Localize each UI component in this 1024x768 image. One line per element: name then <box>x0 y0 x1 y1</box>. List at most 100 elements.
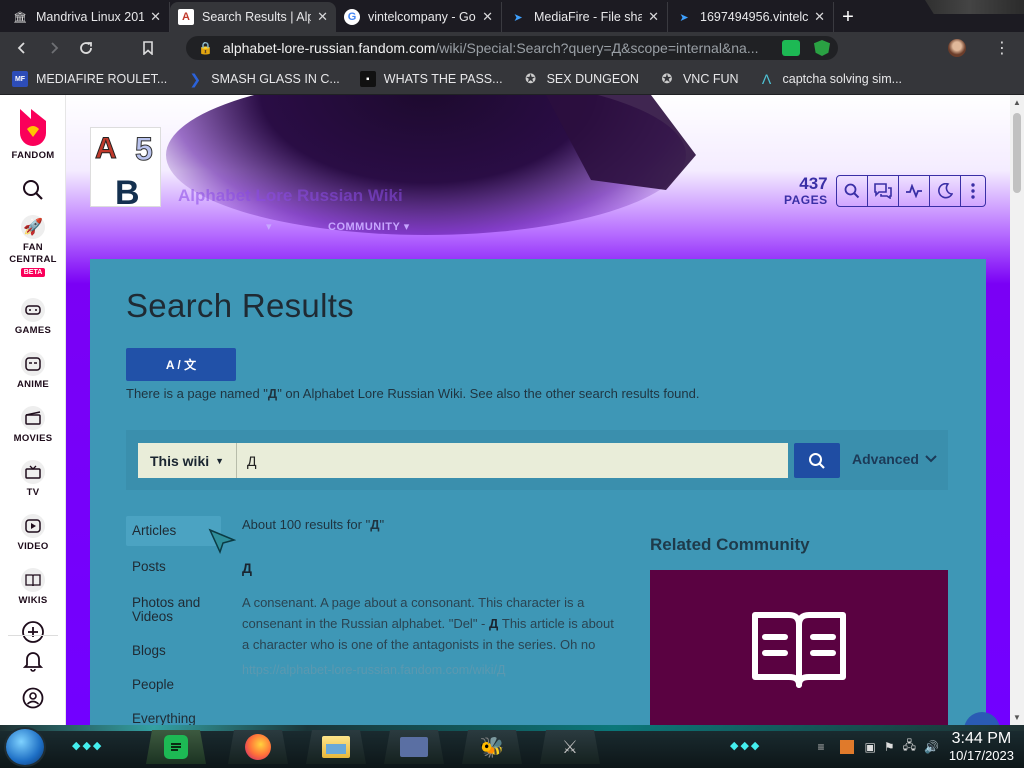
moon-icon <box>938 183 953 199</box>
rail-search[interactable] <box>0 179 66 201</box>
terminal-icon: ▪ <box>359 71 376 87</box>
rail-add-button[interactable] <box>0 620 66 644</box>
new-tab-button[interactable]: + <box>834 2 862 32</box>
system-clock[interactable]: 3:44 PM 10/17/2023 <box>941 730 1024 764</box>
close-tab-icon[interactable]: ✕ <box>648 9 659 25</box>
back-button[interactable] <box>6 32 38 64</box>
browser-tab-active[interactable]: A Search Results | Alph ✕ <box>170 2 336 32</box>
wiki-title[interactable]: Alphabet Lore Russian Wiki <box>178 186 403 206</box>
browser-tab[interactable]: ➤ 1697494956.vintelco ✕ <box>668 2 834 32</box>
rail-item-wikis[interactable]: WIKIS <box>0 568 66 607</box>
scroll-down-icon[interactable]: ▼ <box>1013 713 1021 722</box>
close-tab-icon[interactable]: ✕ <box>814 9 825 25</box>
flag-icon[interactable]: ⚑ <box>884 740 895 754</box>
search-submit-button[interactable] <box>794 443 840 478</box>
discussions-button[interactable] <box>868 176 899 206</box>
rail-item-movies[interactable]: MOVIES <box>0 406 66 445</box>
taskbar-decoration: ◆◆◆ <box>72 740 104 752</box>
bookmark-star-button[interactable] <box>132 32 164 64</box>
address-bar[interactable]: 🔒 alphabet-lore-russian.fandom.com/wiki/… <box>186 36 838 60</box>
sword-icon: ⚔ <box>561 736 579 757</box>
wiki-search-button[interactable] <box>837 176 868 206</box>
google-icon: G <box>344 9 360 25</box>
page-scrollbar[interactable]: ▲ ▼ <box>1010 95 1024 725</box>
folder-icon <box>322 736 350 758</box>
advanced-label: Advanced <box>852 451 919 467</box>
related-community-card[interactable] <box>650 570 948 725</box>
notifications-button[interactable] <box>0 650 66 672</box>
result-title-link[interactable]: Д <box>242 560 622 576</box>
gamepad-icon <box>21 298 45 322</box>
taskbar-app-spotify[interactable] <box>146 730 206 764</box>
start-button[interactable] <box>6 729 44 765</box>
close-tab-icon[interactable]: ✕ <box>482 9 493 25</box>
search-input[interactable] <box>237 443 788 478</box>
rail-item-fan-central[interactable]: 🚀 FAN CENTRAL BETA <box>0 215 66 277</box>
filter-blogs[interactable]: Blogs <box>126 636 221 666</box>
badge-icon: ✪ <box>661 71 673 86</box>
taskbar-app-window[interactable] <box>384 730 444 764</box>
filter-articles[interactable]: Articles <box>126 516 221 546</box>
browser-tab[interactable]: 🏛 Mandriva Linux 2011 ✕ <box>4 2 170 32</box>
scrollbar-thumb[interactable] <box>1013 113 1021 193</box>
results-count-text: About 100 results for " <box>242 517 371 532</box>
rail-item-games[interactable]: GAMES <box>0 298 66 337</box>
user-account-button[interactable] <box>0 687 66 709</box>
advanced-search-toggle[interactable]: Advanced <box>852 451 937 467</box>
network-icon[interactable]: 🖧 <box>903 736 916 757</box>
bookmark-item[interactable]: ✪ VNC FUN <box>659 71 739 87</box>
bookmark-item[interactable]: ▪ WHATS THE PASS... <box>359 71 503 87</box>
filter-people[interactable]: People <box>126 670 221 700</box>
bell-icon <box>23 652 43 672</box>
close-tab-icon[interactable]: ✕ <box>150 9 161 25</box>
notes-app-icon <box>164 735 188 759</box>
rail-item-anime[interactable]: ANIME <box>0 352 66 391</box>
bookmark-label: WHATS THE PASS... <box>383 72 503 86</box>
scroll-up-icon[interactable]: ▲ <box>1013 98 1021 107</box>
reload-button[interactable] <box>70 32 102 64</box>
shield-extension-icon[interactable] <box>814 40 830 56</box>
url-text: alphabet-lore-russian.fandom.com/wiki/Sp… <box>222 40 759 56</box>
search-results-card: Search Results A / 文 There is a page nam… <box>90 259 986 725</box>
filter-photos-videos[interactable]: Photos and Videos <box>126 588 221 632</box>
browser-tab[interactable]: ➤ MediaFire - File shari ✕ <box>502 2 668 32</box>
wiki-logo[interactable]: A 5 B <box>90 127 161 212</box>
result-url-link[interactable]: https://alphabet-lore-russian.fandom.com… <box>242 663 622 677</box>
extension-icon[interactable] <box>782 40 800 56</box>
taskbar-app-explorer[interactable] <box>306 730 366 764</box>
forward-button[interactable] <box>38 32 70 64</box>
vscode-icon: ❯ <box>189 70 202 87</box>
menu-icon[interactable]: ⋮ <box>994 38 1010 58</box>
fandom-home-link[interactable]: FANDOM <box>0 107 66 162</box>
wiki-nav-community[interactable]: COMMUNITY ▾ <box>328 220 410 233</box>
wiki-nav-item[interactable]: ▾ <box>266 220 272 233</box>
rail-item-video[interactable]: VIDEO <box>0 514 66 553</box>
firefox-icon <box>245 734 271 760</box>
bookmark-item[interactable]: ✪ SEX DUNGEON <box>523 71 639 87</box>
profile-avatar[interactable] <box>948 39 966 57</box>
bookmark-item[interactable]: MF MEDIAFIRE ROULET... <box>12 71 167 87</box>
taskbar-app-sword[interactable]: ⚔ <box>540 730 600 764</box>
tray-app-icon[interactable]: ▣ <box>864 740 875 754</box>
notice-query-link[interactable]: Д <box>268 386 277 401</box>
rail-item-tv[interactable]: TV <box>0 460 66 499</box>
taskbar-app-firefox[interactable] <box>228 730 288 764</box>
bookmark-item[interactable]: ❯ SMASH GLASS IN C... <box>187 70 339 87</box>
volume-icon[interactable]: 🔊 <box>924 740 939 754</box>
taskbar-app-bee[interactable]: 🐝 <box>462 730 522 764</box>
filter-posts[interactable]: Posts <box>126 552 221 582</box>
bookmark-item[interactable]: Λ captcha solving sim... <box>759 71 902 87</box>
browser-tab[interactable]: G vintelcompany - Goo ✕ <box>336 2 502 32</box>
filter-everything[interactable]: Everything <box>126 704 221 726</box>
close-tab-icon[interactable]: ✕ <box>317 9 328 25</box>
taskbar-decoration: ◆◆◆ <box>730 740 762 752</box>
language-button[interactable]: A / 文 <box>126 348 236 381</box>
search-scope-dropdown[interactable]: This wiki ▼ <box>138 443 238 478</box>
mediafire-icon: ➤ <box>679 11 689 24</box>
tray-expand-icon[interactable]: ≡ <box>817 740 824 754</box>
tray-app-icon[interactable] <box>840 739 855 754</box>
more-options-button[interactable] <box>961 176 985 206</box>
plus-icon <box>22 621 44 643</box>
theme-toggle-button[interactable] <box>930 176 961 206</box>
recent-activity-button[interactable] <box>899 176 930 206</box>
